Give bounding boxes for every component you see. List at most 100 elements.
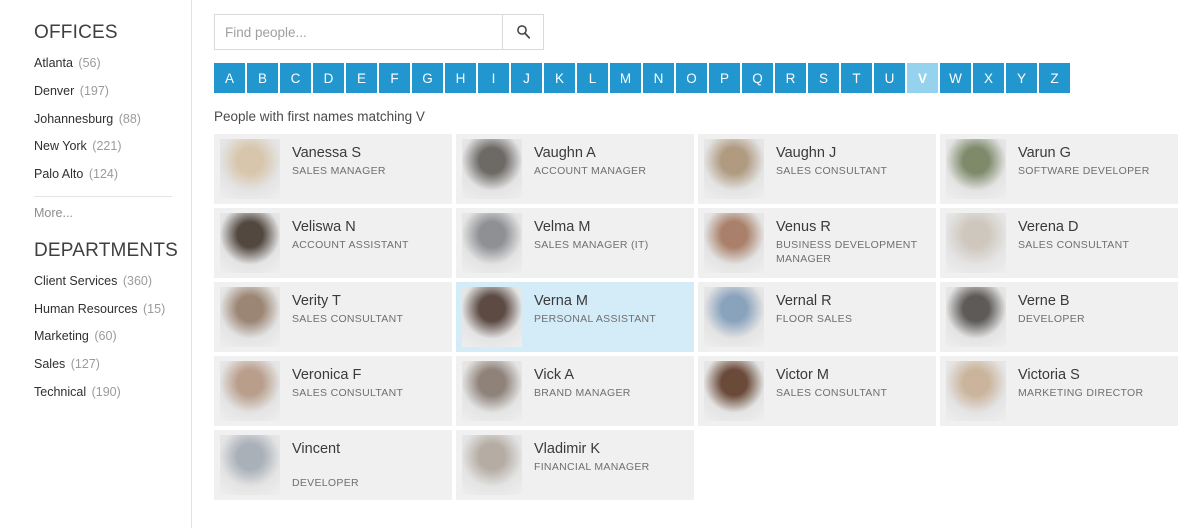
alpha-tile-x[interactable]: X (973, 63, 1004, 93)
facet-count: (197) (79, 83, 109, 98)
person-job-title: ACCOUNT ASSISTANT (292, 238, 409, 251)
facet-label: Palo Alto (34, 167, 84, 181)
alpha-tile-a[interactable]: A (214, 63, 245, 93)
person-job-title: SALES CONSULTANT (1018, 238, 1130, 251)
person-info: Victor M SALES CONSULTANT (764, 361, 887, 401)
alpha-tile-y[interactable]: Y (1006, 63, 1037, 93)
person-card[interactable]: Victoria S MARKETING DIRECTOR (940, 356, 1178, 426)
person-job-title: FINANCIAL MANAGER (534, 460, 650, 473)
person-name: Victor M (776, 367, 829, 383)
alpha-tile-l[interactable]: L (577, 63, 608, 93)
alpha-tile-r[interactable]: R (775, 63, 806, 93)
person-job-title: DEVELOPER (292, 476, 359, 489)
person-info: Verne B DEVELOPER (1006, 287, 1085, 327)
person-info: Vincent DEVELOPER (280, 435, 359, 491)
person-name: Veronica F (292, 367, 362, 383)
alpha-tile-f[interactable]: F (379, 63, 410, 93)
facet-sidebar: OFFICES Atlanta (56) Denver (197) Johann… (0, 0, 192, 528)
facet-item-atlanta[interactable]: Atlanta (56) (34, 50, 191, 78)
person-name: Venus R (776, 219, 831, 235)
person-job-title: SALES CONSULTANT (292, 312, 404, 325)
facet-label: New York (34, 139, 87, 154)
facet-item-palo-alto[interactable]: Palo Alto (124) (34, 161, 191, 189)
alpha-tile-c[interactable]: C (280, 63, 311, 93)
person-name: Vaughn J (776, 145, 837, 161)
facet-item-sales[interactable]: Sales (127) (34, 351, 191, 379)
alpha-tile-s[interactable]: S (808, 63, 839, 93)
alpha-tile-z[interactable]: Z (1039, 63, 1070, 93)
alpha-tile-i[interactable]: I (478, 63, 509, 93)
person-card[interactable]: Velma M SALES MANAGER (IT) (456, 208, 694, 278)
avatar (704, 213, 764, 273)
alpha-tile-e[interactable]: E (346, 63, 377, 93)
avatar (704, 287, 764, 347)
person-job-title: SALES MANAGER (292, 164, 386, 177)
person-card[interactable]: Vanessa S SALES MANAGER (214, 134, 452, 204)
offices-more-link[interactable]: More... (34, 195, 172, 220)
facet-label: Marketing (34, 329, 89, 344)
person-job-title: SALES CONSULTANT (776, 386, 888, 399)
person-card[interactable]: Vick A BRAND MANAGER (456, 356, 694, 426)
facet-item-johannesburg[interactable]: Johannesburg (88) (34, 106, 191, 134)
person-card[interactable]: Veronica F SALES CONSULTANT (214, 356, 452, 426)
person-card[interactable]: Veliswa N ACCOUNT ASSISTANT (214, 208, 452, 278)
person-card[interactable]: Victor M SALES CONSULTANT (698, 356, 936, 426)
person-card[interactable]: Verna M PERSONAL ASSISTANT (456, 282, 694, 352)
person-info: Vanessa S SALES MANAGER (280, 139, 386, 179)
person-card[interactable]: Verne B DEVELOPER (940, 282, 1178, 352)
avatar (462, 213, 522, 273)
offices-list: Atlanta (56) Denver (197) Johannesburg (… (34, 50, 191, 189)
alpha-tile-n[interactable]: N (643, 63, 674, 93)
person-name: Verne B (1018, 293, 1070, 309)
person-info: Victoria S MARKETING DIRECTOR (1006, 361, 1143, 401)
alpha-tile-w[interactable]: W (940, 63, 971, 93)
facet-item-client-services[interactable]: Client Services (360) (34, 268, 191, 296)
alpha-tile-t[interactable]: T (841, 63, 872, 93)
avatar (462, 435, 522, 495)
avatar (220, 361, 280, 421)
facet-item-human-resources[interactable]: Human Resources (15) (34, 296, 191, 324)
departments-list: Client Services (360) Human Resources (1… (34, 268, 191, 407)
alpha-tile-m[interactable]: M (610, 63, 641, 93)
person-name: Verna M (534, 293, 588, 309)
person-card[interactable]: Vernal R FLOOR SALES (698, 282, 936, 352)
alpha-tile-v[interactable]: V (907, 63, 938, 93)
person-card[interactable]: Vaughn A ACCOUNT MANAGER (456, 134, 694, 204)
person-card[interactable]: Vaughn J SALES CONSULTANT (698, 134, 936, 204)
person-name: Vaughn A (534, 145, 596, 161)
person-name: Vincent (292, 441, 341, 457)
avatar (220, 213, 280, 273)
alpha-tile-o[interactable]: O (676, 63, 707, 93)
person-info: Velma M SALES MANAGER (IT) (522, 213, 649, 253)
person-card[interactable]: Venus R BUSINESS DEVELOPMENT MANAGER (698, 208, 936, 278)
person-name: Verena D (1018, 219, 1079, 235)
person-card[interactable]: Verena D SALES CONSULTANT (940, 208, 1178, 278)
facet-count: (60) (94, 329, 117, 344)
facet-count: (15) (143, 301, 166, 316)
search-input[interactable] (214, 14, 502, 50)
person-card[interactable]: Verity T SALES CONSULTANT (214, 282, 452, 352)
alpha-tile-u[interactable]: U (874, 63, 905, 93)
avatar (704, 361, 764, 421)
alpha-tile-d[interactable]: D (313, 63, 344, 93)
person-card[interactable]: Vincent DEVELOPER (214, 430, 452, 500)
alpha-tile-h[interactable]: H (445, 63, 476, 93)
person-card[interactable]: Vladimir K FINANCIAL MANAGER (456, 430, 694, 500)
facet-item-marketing[interactable]: Marketing (60) (34, 323, 191, 351)
person-card[interactable]: Varun G SOFTWARE DEVELOPER (940, 134, 1178, 204)
facet-count: (127) (70, 357, 100, 371)
alpha-tile-q[interactable]: Q (742, 63, 773, 93)
avatar (220, 287, 280, 347)
person-info: Vick A BRAND MANAGER (522, 361, 631, 401)
alpha-tile-k[interactable]: K (544, 63, 575, 93)
facet-item-denver[interactable]: Denver (197) (34, 78, 191, 106)
person-name: Vanessa S (292, 145, 362, 161)
facet-item-technical[interactable]: Technical (190) (34, 379, 191, 407)
alpha-tile-j[interactable]: J (511, 63, 542, 93)
facet-item-new-york[interactable]: New York (221) (34, 133, 191, 161)
search-button[interactable] (502, 14, 544, 50)
alpha-tile-g[interactable]: G (412, 63, 443, 93)
person-job-title: BRAND MANAGER (534, 386, 631, 399)
alpha-tile-p[interactable]: P (709, 63, 740, 93)
alpha-tile-b[interactable]: B (247, 63, 278, 93)
